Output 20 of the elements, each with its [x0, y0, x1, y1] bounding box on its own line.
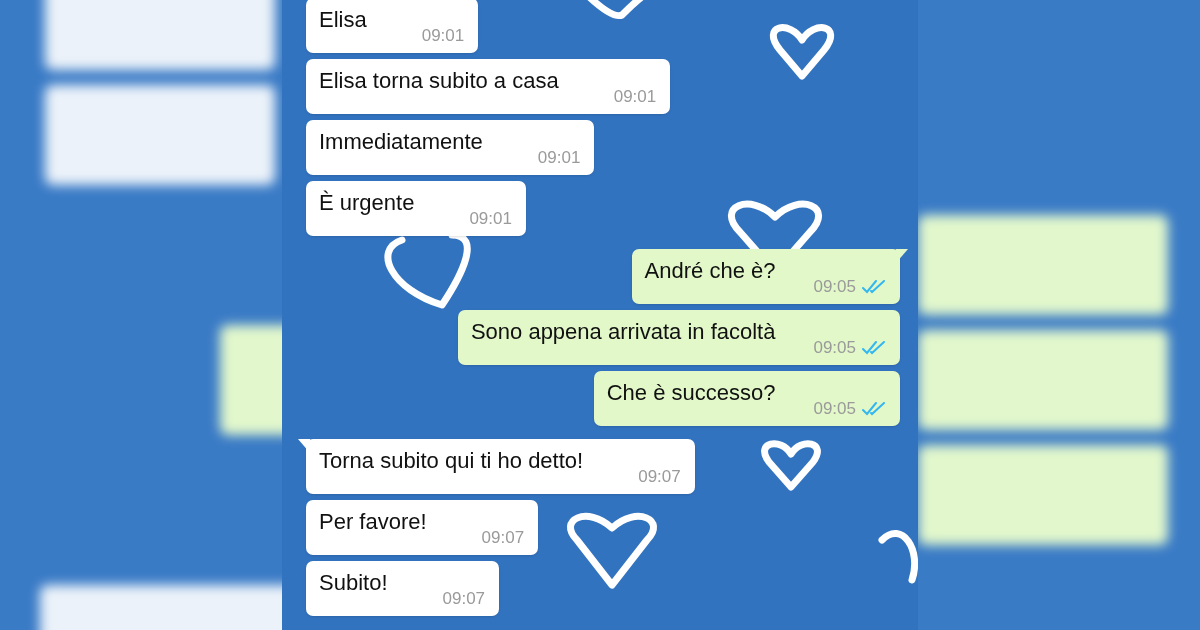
- message-time: 09:07: [442, 588, 486, 610]
- message-time: 09:07: [481, 527, 525, 549]
- message-text: Immediatamente: [319, 128, 483, 156]
- message-text: Subito!: [319, 569, 388, 597]
- message-time: 09:07: [638, 466, 681, 488]
- message-time: 09:05: [813, 398, 856, 420]
- message-time: 09:01: [469, 208, 512, 230]
- message-text: Elisa torna subito a casa: [319, 67, 559, 95]
- message-time: 09:05: [813, 276, 856, 298]
- message-time: 09:01: [537, 147, 581, 169]
- message-time: 09:05: [813, 337, 856, 359]
- message-text: André che è?: [644, 257, 776, 285]
- message-text: Torna subito qui ti ho detto!: [319, 447, 584, 475]
- message-time: 09:01: [613, 86, 657, 108]
- message-text: È urgente: [319, 189, 415, 217]
- message-text: Per favore!: [319, 508, 427, 536]
- message-text: Elisa: [319, 6, 367, 34]
- message-text: Sono appena arrivata in facoltà: [470, 318, 776, 346]
- message-text: Che è successo?: [606, 379, 776, 407]
- message-time: 09:01: [421, 25, 465, 47]
